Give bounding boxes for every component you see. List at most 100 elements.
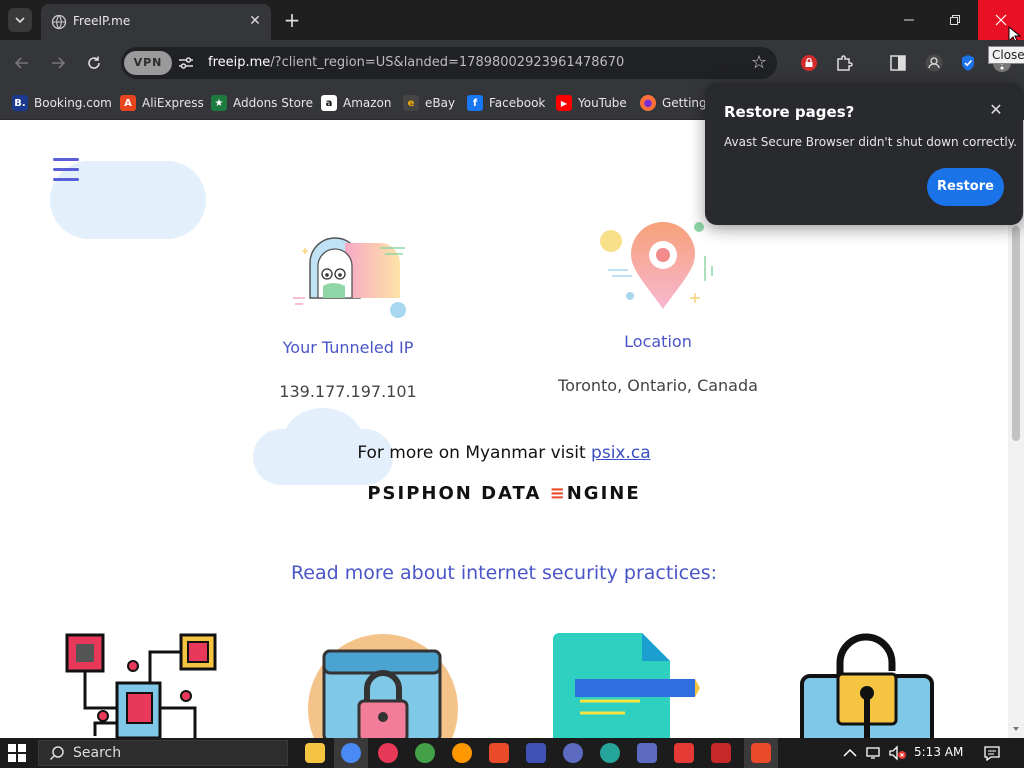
sidebar-button[interactable] (885, 50, 911, 76)
reload-button[interactable] (83, 52, 105, 74)
forward-button[interactable] (47, 52, 69, 74)
bookmark-addons-store[interactable]: ★ Addons Store (211, 92, 313, 114)
ebay-icon: e (403, 95, 419, 111)
chrome-icon[interactable] (341, 743, 361, 763)
logo-text: PSIPHON DATA (367, 483, 550, 504)
notification-icon[interactable] (983, 745, 1001, 761)
psiphon-data-engine-logo: PSIPHON DATA ≡NGINE (0, 483, 1008, 504)
bookmark-label: Addons Store (233, 96, 313, 110)
tab-close-icon[interactable]: ✕ (247, 13, 263, 29)
url-text[interactable]: freeip.me/?client_region=US&landed=17898… (208, 55, 624, 70)
opera-icon[interactable] (378, 743, 398, 763)
minimize-icon (904, 19, 914, 21)
psiphon-icon[interactable] (751, 743, 771, 763)
booking-icon: B. (12, 95, 28, 111)
popup-title: Restore pages? (724, 103, 855, 121)
windows-start-icon[interactable] (8, 744, 26, 762)
mcafee-icon[interactable] (711, 743, 731, 763)
addons-store-icon: ★ (211, 95, 227, 111)
minimize-button[interactable] (886, 0, 932, 40)
scroll-thumb[interactable] (1012, 226, 1020, 441)
restore-button[interactable]: Restore (927, 168, 1004, 206)
close-icon (995, 14, 1007, 26)
new-tab-button[interactable]: + (282, 10, 302, 30)
bookmark-ebay[interactable]: e eBay (403, 92, 455, 114)
translate-app-icon[interactable] (526, 743, 546, 763)
restore-window-button[interactable] (932, 0, 978, 40)
vpn-button[interactable]: VPN (124, 51, 172, 75)
puzzle-icon (837, 55, 853, 71)
facebook-icon: f (467, 95, 483, 111)
locked-box-icon (308, 634, 458, 738)
visit-text: For more on Myanmar visit (357, 443, 592, 463)
tunneled-ip-value: 139.177.197.101 (279, 382, 417, 401)
chevron-up-icon[interactable] (843, 747, 857, 759)
bookmark-label: Getting (662, 96, 707, 110)
logo-e-mark: ≡ (549, 483, 567, 504)
sidebar-icon (890, 55, 906, 71)
bookmark-label: YouTube (578, 96, 627, 110)
bookmark-getting-started[interactable]: ● Getting (640, 92, 707, 114)
camera-app-icon[interactable] (674, 743, 694, 763)
hamburger-menu-icon[interactable] (53, 158, 79, 184)
restore-window-icon (950, 15, 960, 25)
tab-title: FreeIP.me (73, 14, 131, 28)
url-path: /?client_region=US&landed=17898002923961… (270, 55, 625, 70)
location-value: Toronto, Ontario, Canada (558, 376, 758, 395)
utorrent-icon[interactable] (415, 743, 435, 763)
taskbar-search-label: Search (73, 745, 122, 761)
tab-search-button[interactable] (8, 8, 32, 32)
psix-link[interactable]: psix.ca (591, 443, 651, 463)
location-pin-icon (600, 222, 713, 309)
close-tooltip: Close (988, 46, 1024, 64)
scroll-down-icon[interactable] (1012, 725, 1020, 733)
taskbar-search-box[interactable]: Search (38, 740, 288, 766)
tunneled-ip-label: Your Tunneled IP (282, 338, 414, 357)
visit-line: For more on Myanmar visit psix.ca (0, 443, 1008, 463)
sync-app-icon[interactable] (563, 743, 583, 763)
avast-extension-button[interactable] (796, 50, 822, 76)
profile-button[interactable] (921, 50, 947, 76)
bookmark-facebook[interactable]: f Facebook (467, 92, 545, 114)
bookmark-star-icon[interactable]: ☆ (748, 52, 770, 74)
logo-text: NGINE (566, 483, 641, 504)
reload-icon (88, 56, 100, 69)
restore-pages-popup: Restore pages? ✕ Avast Secure Browser di… (705, 83, 1023, 225)
bookmark-youtube[interactable]: ▶ YouTube (556, 92, 627, 114)
security-check-button[interactable] (955, 50, 981, 76)
network-icon[interactable] (865, 745, 883, 761)
bookmark-booking[interactable]: B. Booking.com (12, 92, 112, 114)
chevron-down-icon (15, 17, 25, 24)
popup-message: Avast Secure Browser didn't shut down co… (724, 135, 1017, 149)
location-label: Location (624, 332, 692, 351)
video-player-icon[interactable] (489, 743, 509, 763)
cloud-decoration (283, 408, 363, 473)
back-button[interactable] (11, 52, 33, 74)
bookmark-label: AliExpress (142, 96, 204, 110)
arrow-left-icon (14, 57, 28, 69)
bookmark-label: Amazon (343, 96, 392, 110)
address-bar[interactable]: VPN freeip.me/?client_region=US&landed=1… (121, 47, 777, 79)
active-tab[interactable]: FreeIP.me ✕ (41, 4, 271, 40)
volume-muted-icon[interactable] (888, 745, 908, 761)
site-settings-icon[interactable] (177, 55, 195, 71)
bookmark-amazon[interactable]: a Amazon (321, 92, 392, 114)
tunnel-illustration-icon (293, 237, 406, 318)
bookmark-aliexpress[interactable]: A AliExpress (120, 92, 204, 114)
taskbar-clock[interactable]: 5:13 AM (914, 745, 963, 759)
firefox-icon[interactable] (452, 743, 472, 763)
cloud-decoration (80, 161, 170, 231)
browser-toolbar: VPN freeip.me/?client_region=US&landed=1… (0, 40, 1024, 86)
network-chip-icon (65, 633, 217, 738)
lock-shield-icon (801, 55, 817, 71)
read-more-heading: Read more about internet security practi… (290, 562, 718, 584)
firefox-icon: ● (640, 95, 656, 111)
vpn-app-icon[interactable] (600, 743, 620, 763)
popup-close-icon[interactable]: ✕ (987, 101, 1005, 119)
globe-icon (51, 14, 67, 30)
padlock-laptop-icon (800, 633, 934, 738)
url-host: freeip.me (208, 55, 271, 70)
file-explorer-icon[interactable] (305, 743, 325, 763)
extensions-button[interactable] (831, 50, 857, 76)
p-app-icon[interactable] (637, 743, 657, 763)
